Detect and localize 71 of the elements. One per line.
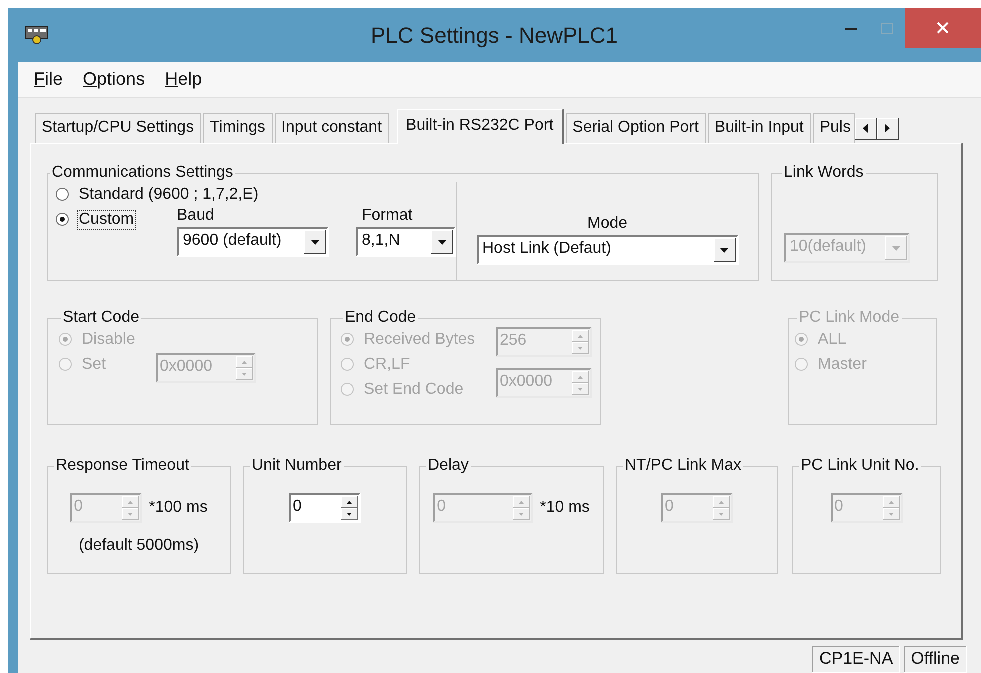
minimize-icon <box>845 26 857 30</box>
tab[interactable]: Input constant <box>274 113 390 143</box>
down-arrow-icon <box>242 372 247 376</box>
app-icon[interactable] <box>25 25 49 45</box>
dropdown[interactable]: 8,1,N <box>356 227 456 257</box>
up-arrow-icon <box>347 500 352 504</box>
left-arrow-icon <box>863 124 868 133</box>
tab[interactable]: Startup/CPU Settings <box>35 113 202 143</box>
down-arrow-icon <box>128 512 134 516</box>
up-arrow-icon <box>888 500 894 504</box>
group-title: Unit Number <box>251 458 343 475</box>
down-arrow-icon <box>719 512 724 516</box>
up-arrow-icon <box>578 334 583 338</box>
unit-label: *10 ms <box>540 499 590 517</box>
radio-label[interactable]: Standard (9600 ; 1,7,2,E) <box>78 186 260 204</box>
spin-up-button[interactable] <box>341 496 358 508</box>
dropdown[interactable]: 9600 (default) <box>177 227 329 257</box>
up-arrow-icon <box>519 500 524 504</box>
dropdown-arrow-button[interactable] <box>304 230 326 254</box>
group-title: End Code <box>344 310 418 327</box>
scroll-right-button[interactable] <box>876 118 899 140</box>
caret-icon <box>310 240 320 244</box>
down-arrow-icon <box>578 346 583 350</box>
tab[interactable]: Puls <box>812 113 855 143</box>
menu-item[interactable]: Options <box>75 67 154 92</box>
caret-icon <box>892 246 900 250</box>
spin-down-button[interactable] <box>341 508 358 520</box>
tab[interactable]: Timings <box>203 113 272 143</box>
radio-button[interactable] <box>56 213 69 226</box>
tab[interactable]: Built-in Input <box>708 113 811 143</box>
caret-icon <box>438 240 446 244</box>
radio-label[interactable]: Custom <box>78 210 136 228</box>
group-title: Link Words <box>783 165 865 182</box>
close-button[interactable] <box>905 8 981 48</box>
dropdown-arrow-button[interactable] <box>431 230 453 254</box>
group-title: Response Timeout <box>55 458 190 475</box>
down-arrow-icon <box>347 512 352 516</box>
menu-item[interactable]: Help <box>157 67 210 92</box>
field-label: Baud <box>177 207 216 226</box>
unit-label: *100 ms <box>149 499 208 517</box>
group-title: NT/PC Link Max <box>624 458 742 475</box>
field-label: Format <box>361 207 414 226</box>
hint-text: (default 5000ms) <box>78 537 200 555</box>
maximize-icon <box>881 22 893 34</box>
close-icon <box>937 22 949 34</box>
down-arrow-icon <box>888 512 894 516</box>
up-arrow-icon <box>128 500 134 504</box>
window-title: PLC Settings - NewPLC1 <box>371 23 618 48</box>
down-arrow-icon <box>578 388 583 390</box>
spin-field[interactable]: 0 <box>289 493 361 523</box>
dropdown[interactable]: Host Link (Defaut) <box>476 235 738 265</box>
group-title: Delay <box>427 458 470 475</box>
group-title: PC Link Unit No. <box>800 458 920 475</box>
tab[interactable]: Serial Option Port <box>566 113 706 143</box>
dropdown-arrow-button[interactable] <box>714 238 736 262</box>
status-field: CP1E-NA <box>812 646 900 673</box>
menu-item[interactable]: File <box>26 67 72 92</box>
caret-icon <box>720 248 729 252</box>
up-arrow-icon <box>719 500 724 504</box>
tab[interactable]: Built-in RS232C Port <box>397 109 564 144</box>
group-title: Start Code <box>62 310 140 327</box>
group-title: PC Link Mode <box>798 310 900 327</box>
right-arrow-icon <box>885 124 890 133</box>
radio-button[interactable] <box>56 188 69 201</box>
up-arrow-icon <box>242 360 247 364</box>
up-arrow-icon <box>578 376 583 378</box>
down-arrow-icon <box>519 512 524 516</box>
scroll-left-button[interactable] <box>854 118 877 140</box>
group-title: Communications Settings <box>51 165 234 182</box>
status-field: Offline <box>904 646 967 673</box>
field-label: Mode <box>587 215 628 234</box>
